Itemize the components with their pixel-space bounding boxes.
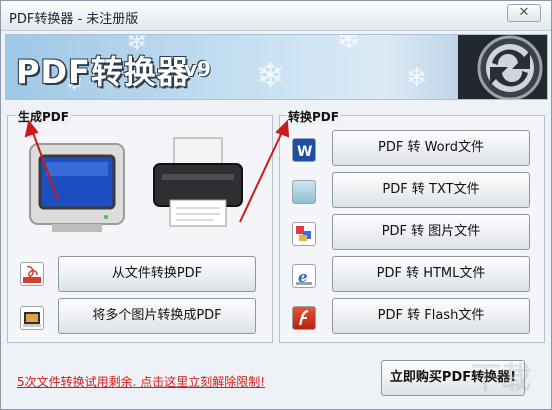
flash-icon (292, 306, 316, 330)
banner-version: v9 (184, 57, 211, 81)
refresh-emblem-icon (458, 35, 547, 99)
window-title: PDF转换器 - 未注册版 (9, 12, 139, 27)
watermark-logo: 下载 (471, 361, 531, 396)
banner-logo-text: PDF转换器 (16, 53, 190, 91)
word-icon: W (292, 138, 316, 162)
convert-pdf-label: 转换PDF (286, 108, 341, 125)
pdf-to-flash-button[interactable]: PDF 转 Flash文件 (332, 298, 530, 334)
convert-pdf-group: 转换PDF W PDF 转 Word文件 PDF 转 TXT文件 PDF 转 图… (279, 108, 545, 343)
title-bar: PDF转换器 - 未注册版 ✕ (1, 1, 551, 31)
pdf-to-txt-button[interactable]: PDF 转 TXT文件 (332, 172, 530, 208)
html-icon: e (292, 264, 316, 288)
generate-pdf-group: 生成PDF 从文件转换PDF 将多个图片转换成PDF (7, 108, 273, 343)
pdf-to-html-button[interactable]: PDF 转 HTML文件 (332, 256, 530, 292)
app-window: PDF转换器 - 未注册版 ✕ ❄ ❄ ❄ ❄ ❄ PDF转换器 v9 生成PD… (0, 0, 552, 410)
images-to-pdf-button[interactable]: 将多个图片转换成PDF (58, 298, 256, 334)
image-icon (292, 222, 316, 246)
svg-text:W: W (297, 144, 312, 160)
printer-icon (153, 137, 243, 227)
txt-icon (292, 180, 316, 204)
generate-pdf-label: 生成PDF (16, 108, 71, 125)
pdf-to-word-button[interactable]: PDF 转 Word文件 (332, 130, 530, 166)
close-button[interactable]: ✕ (507, 4, 541, 22)
banner: ❄ ❄ ❄ ❄ ❄ PDF转换器 v9 (5, 34, 548, 100)
snowflake-icon: ❄ (406, 63, 428, 93)
snowflake-icon: ❄ (256, 56, 285, 96)
image-file-icon (20, 306, 44, 330)
trial-unlock-link[interactable]: 5次文件转换试用剩余. 点击这里立刻解除限制! (17, 373, 265, 390)
convert-file-to-pdf-button[interactable]: 从文件转换PDF (58, 256, 256, 292)
snowflake-icon: ❄ (336, 34, 362, 57)
pdf-file-icon (20, 262, 44, 286)
pdf-to-image-button[interactable]: PDF 转 图片文件 (332, 214, 530, 250)
refresh-arrows-icon (477, 35, 543, 99)
monitor-icon (29, 143, 125, 232)
